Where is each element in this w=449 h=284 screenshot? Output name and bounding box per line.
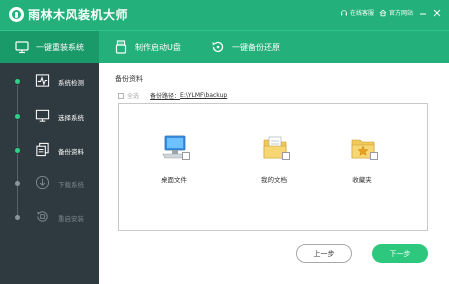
step-status-dot <box>15 215 20 220</box>
step-label: 重启安装 <box>58 215 84 223</box>
official-site-label: 官方网站 <box>388 10 413 17</box>
title-bar: 雨林木风装机大师 在线客服 官方网站 <box>0 0 449 30</box>
item-checkbox[interactable] <box>282 152 290 160</box>
minimize-icon <box>419 13 426 14</box>
previous-step-button[interactable]: 上一步 <box>296 244 352 263</box>
close-button[interactable] <box>432 8 441 17</box>
step-label: 选择系统 <box>58 114 84 122</box>
list-item-my-documents[interactable]: 我的文档 <box>244 134 304 189</box>
sidebar-step-download-system[interactable]: 下载系统 <box>0 171 99 195</box>
title-bar-actions: 在线客服 官方网站 <box>340 8 441 17</box>
step-status-dot <box>15 114 20 119</box>
tab-label: 一键备份还原 <box>232 42 280 52</box>
step-status-dot <box>15 79 20 84</box>
main-content: 备份资料 全选 备份路径： E:\YLMF\backup 桌面文件 我的文档 收… <box>99 63 449 284</box>
download-icon <box>35 175 50 190</box>
step-status-dot <box>15 148 20 153</box>
item-checkbox[interactable] <box>370 152 378 160</box>
copy-icon <box>36 142 49 157</box>
headset-icon <box>341 9 347 15</box>
sidebar-step-select-system[interactable]: 选择系统 <box>0 104 99 128</box>
backup-path-row: 全选 备份路径： E:\YLMF\backup <box>118 91 227 100</box>
step-label: 系统检测 <box>58 79 84 87</box>
minimize-button[interactable] <box>418 8 427 17</box>
sidebar-step-backup-data[interactable]: 备份资料 <box>0 138 99 162</box>
item-checkbox[interactable] <box>182 152 190 160</box>
item-label: 收藏夹 <box>352 176 372 184</box>
app-window: 雨林木风装机大师 在线客服 官方网站 一键重装系统 制作启动U盘 一键备份还原 … <box>0 0 449 284</box>
list-item-favorites[interactable]: 收藏夹 <box>332 134 392 189</box>
item-label: 桌面文件 <box>161 176 187 184</box>
step-status-dot <box>15 181 20 186</box>
backup-path-link[interactable]: E:\YLMF\backup <box>180 92 227 99</box>
online-service-label: 在线客服 <box>349 10 374 17</box>
item-label: 我的文档 <box>261 176 287 184</box>
top-navigation: 一键重装系统 制作启动U盘 一键备份还原 <box>0 30 449 63</box>
tab-label: 制作启动U盘 <box>135 42 181 52</box>
app-logo-icon <box>9 7 24 22</box>
usb-icon <box>115 40 127 54</box>
close-icon <box>433 9 440 16</box>
online-service-link[interactable]: 在线客服 <box>340 8 374 17</box>
select-all-checkbox[interactable] <box>118 92 124 99</box>
restore-icon <box>212 41 224 53</box>
backup-items-list: 桌面文件 我的文档 收藏夹 <box>118 103 428 231</box>
sidebar-step-reboot-install[interactable]: 重启安装 <box>0 205 99 229</box>
tab-label: 一键重装系统 <box>36 42 84 52</box>
next-step-button[interactable]: 下一步 <box>372 244 428 263</box>
official-site-link[interactable]: 官方网站 <box>379 8 413 17</box>
tab-make-usb[interactable]: 制作启动U盘 <box>113 31 181 63</box>
tab-backup-restore[interactable]: 一键备份还原 <box>210 31 280 63</box>
reboot-icon <box>37 211 48 222</box>
step-label: 下载系统 <box>58 181 84 189</box>
display-icon <box>35 109 50 122</box>
list-item-desktop-files[interactable]: 桌面文件 <box>144 134 204 189</box>
section-title: 备份资料 <box>115 75 143 83</box>
pulse-icon <box>35 74 50 87</box>
sidebar-step-system-check[interactable]: 系统检测 <box>0 69 99 93</box>
monitor-icon <box>15 41 29 54</box>
step-label: 备份资料 <box>58 148 84 156</box>
home-icon <box>379 9 387 16</box>
sidebar: 系统检测 选择系统 备份资料 下载系统 重启安装 <box>0 63 99 284</box>
app-title: 雨林木风装机大师 <box>28 8 129 22</box>
select-all-label: 全选 <box>127 93 140 100</box>
tab-one-key-reinstall[interactable]: 一键重装系统 <box>0 31 99 63</box>
backup-path-label: 备份路径： <box>150 93 181 100</box>
